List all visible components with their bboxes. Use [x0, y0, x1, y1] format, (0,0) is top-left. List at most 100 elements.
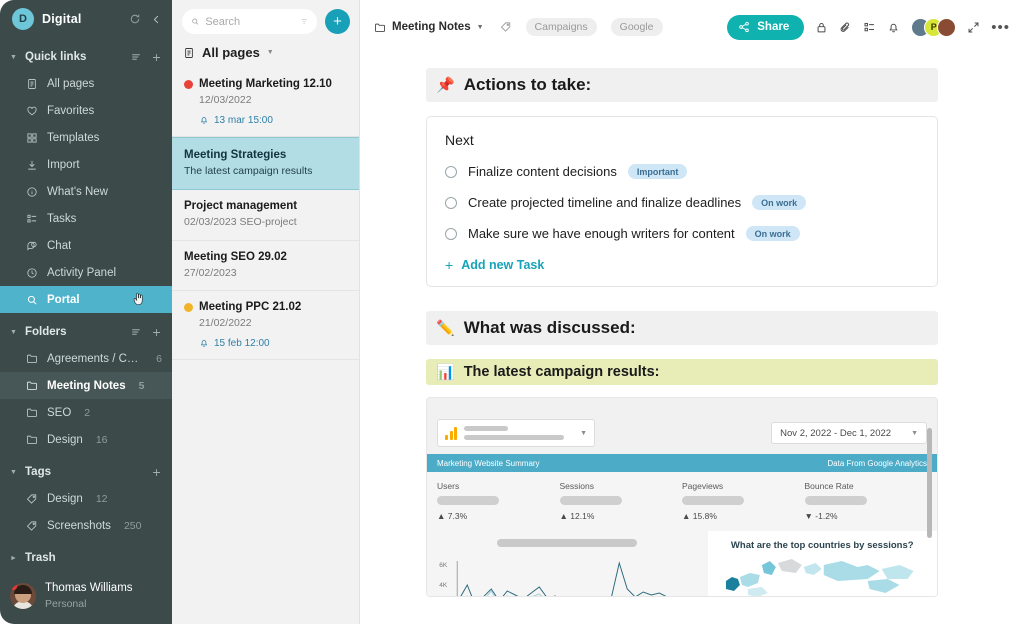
task-checkbox[interactable] [445, 197, 457, 209]
list-item[interactable]: Meeting Strategies The latest campaign r… [172, 137, 359, 191]
sidebar-item-portal[interactable]: Portal [0, 286, 172, 313]
list-item[interactable]: Meeting Marketing 12.10 12/03/2022 13 ma… [172, 68, 359, 137]
sort-icon[interactable] [130, 326, 142, 338]
add-tag-icon[interactable] [151, 467, 162, 478]
pages-panel: + All pages ▼ Meeting Marketing 12.10 12… [172, 0, 360, 624]
search-input[interactable] [205, 16, 293, 28]
download-icon [26, 159, 38, 171]
refresh-icon[interactable] [129, 13, 141, 25]
embed-scrollbar[interactable] [927, 428, 932, 538]
metric-sessions: Sessions ▲ 12.1% [560, 481, 683, 521]
sidebar-item-all-pages[interactable]: All pages [0, 70, 172, 97]
more-options-button[interactable]: ••• [991, 20, 1010, 35]
add-page-button[interactable]: + [325, 9, 350, 34]
google-analytics-icon [445, 427, 457, 440]
quick-links-label: Quick links [25, 51, 86, 63]
status-dot [184, 80, 193, 89]
charts-row: 6K 4K What are the top countries by sess… [427, 531, 937, 597]
property-selector[interactable]: ▼ [437, 419, 595, 447]
sidebar-item-whats-new[interactable]: What's New [0, 178, 172, 205]
task-checkbox[interactable] [445, 228, 457, 240]
sidebar-item-label: Portal [47, 294, 80, 306]
task-row[interactable]: Make sure we have enough writers for con… [445, 226, 919, 241]
add-new-task-button[interactable]: + Add new Task [445, 257, 919, 273]
tag-icon[interactable] [500, 21, 512, 33]
list-item[interactable]: Meeting SEO 29.02 27/02/2023 [172, 241, 359, 292]
arrow-down-icon: ▼ [805, 511, 813, 521]
sidebar-item-templates[interactable]: Templates [0, 124, 172, 151]
bar-chart-icon: 📊 [436, 365, 455, 380]
folder-icon [26, 380, 38, 391]
add-folder-icon[interactable] [151, 326, 162, 338]
search-box[interactable] [182, 9, 317, 34]
sidebar-folder-meeting-notes[interactable]: Meeting Notes 5 [0, 372, 172, 399]
avatar-group[interactable]: P [911, 18, 956, 37]
sidebar-item-chat[interactable]: Chat [0, 232, 172, 259]
sidebar-folder-count: 5 [139, 380, 145, 392]
sidebar-item-import[interactable]: Import [0, 151, 172, 178]
add-task-label: Add new Task [461, 258, 544, 272]
sidebar-tag-screenshots[interactable]: Screenshots 250 [0, 512, 172, 539]
collapse-sidebar-icon[interactable] [151, 14, 162, 25]
sidebar-item-favorites[interactable]: Favorites [0, 97, 172, 124]
sidebar-section-tags[interactable]: ▼ Tags [0, 459, 172, 485]
page-title: Meeting PPC 21.02 [199, 300, 301, 315]
all-pages-header[interactable]: All pages ▼ [172, 41, 359, 68]
sidebar-tag-design[interactable]: Design 12 [0, 485, 172, 512]
user-plan: Personal [45, 597, 133, 611]
expand-icon[interactable] [967, 21, 980, 34]
sidebar-section-trash[interactable]: ► Trash [0, 545, 172, 571]
sidebar-folder-seo[interactable]: SEO 2 [0, 399, 172, 426]
paperclip-icon[interactable] [839, 21, 852, 34]
sidebar-folder-design[interactable]: Design 16 [0, 426, 172, 453]
reminder-text: 15 feb 12:00 [214, 338, 270, 349]
chevron-down-icon: ▼ [267, 49, 274, 56]
sidebar-tag-count: 250 [124, 520, 142, 532]
tag-pill-google[interactable]: Google [611, 18, 663, 36]
list-item[interactable]: Meeting PPC 21.02 21/02/2022 15 feb 12:0… [172, 291, 359, 360]
app-window: D Digital ▼ Quick links [0, 0, 1024, 624]
page-subtitle: 27/02/2023 [184, 267, 347, 281]
sort-icon[interactable] [130, 51, 142, 63]
task-checkbox[interactable] [445, 166, 457, 178]
metric-users: Users ▲ 7.3% [437, 481, 560, 521]
date-range-selector[interactable]: Nov 2, 2022 - Dec 1, 2022 ▼ [771, 422, 927, 444]
page-subtitle: The latest campaign results [184, 165, 312, 179]
all-pages-label: All pages [202, 45, 260, 60]
sidebar-item-tasks[interactable]: Tasks [0, 205, 172, 232]
document-icon [26, 78, 38, 90]
sidebar-section-quick-links[interactable]: ▼ Quick links [0, 44, 172, 70]
share-button[interactable]: Share [727, 15, 804, 40]
sidebar-folder-count: 2 [84, 407, 90, 419]
add-quick-link-icon[interactable] [151, 51, 162, 63]
chart-title: What are the top countries by sessions? [718, 540, 928, 551]
embed-title-right: Data From Google Analytics [827, 459, 927, 468]
bell-icon [199, 338, 209, 348]
page-title: Meeting Strategies [184, 148, 312, 163]
bell-icon[interactable] [887, 21, 900, 34]
sidebar-item-activity-panel[interactable]: Activity Panel [0, 259, 172, 286]
status-badge: On work [746, 226, 800, 241]
sidebar-item-label: All pages [47, 78, 94, 90]
task-row[interactable]: Finalize content decisions Important [445, 164, 919, 179]
app-logo: D [12, 8, 34, 30]
sidebar-folder-agreements-contracts[interactable]: Agreements / Contracts 6 [0, 345, 172, 372]
folder-icon [26, 407, 38, 418]
page-title: Meeting Marketing 12.10 [199, 77, 332, 92]
filter-icon[interactable] [300, 16, 308, 27]
breadcrumb[interactable]: Meeting Notes ▼ [374, 21, 484, 33]
share-label: Share [757, 21, 789, 33]
tag-icon [26, 493, 38, 505]
lock-icon[interactable] [815, 21, 828, 34]
sidebar-user-profile[interactable]: Thomas Williams Personal [0, 574, 172, 624]
tag-pill-campaigns[interactable]: Campaigns [526, 18, 597, 36]
folder-icon [26, 434, 38, 445]
folders-label: Folders [25, 326, 67, 338]
sidebar-section-folders[interactable]: ▼ Folders [0, 319, 172, 345]
task-row[interactable]: Create projected timeline and finalize d… [445, 195, 919, 210]
discussed-banner-text: What was discussed: [464, 318, 636, 338]
list-icon[interactable] [863, 21, 876, 34]
reminder-text: 13 mar 15:00 [214, 115, 273, 126]
chevron-down-icon: ▼ [10, 329, 19, 336]
list-item[interactable]: Project management 02/03/2023 SEO-projec… [172, 190, 359, 241]
